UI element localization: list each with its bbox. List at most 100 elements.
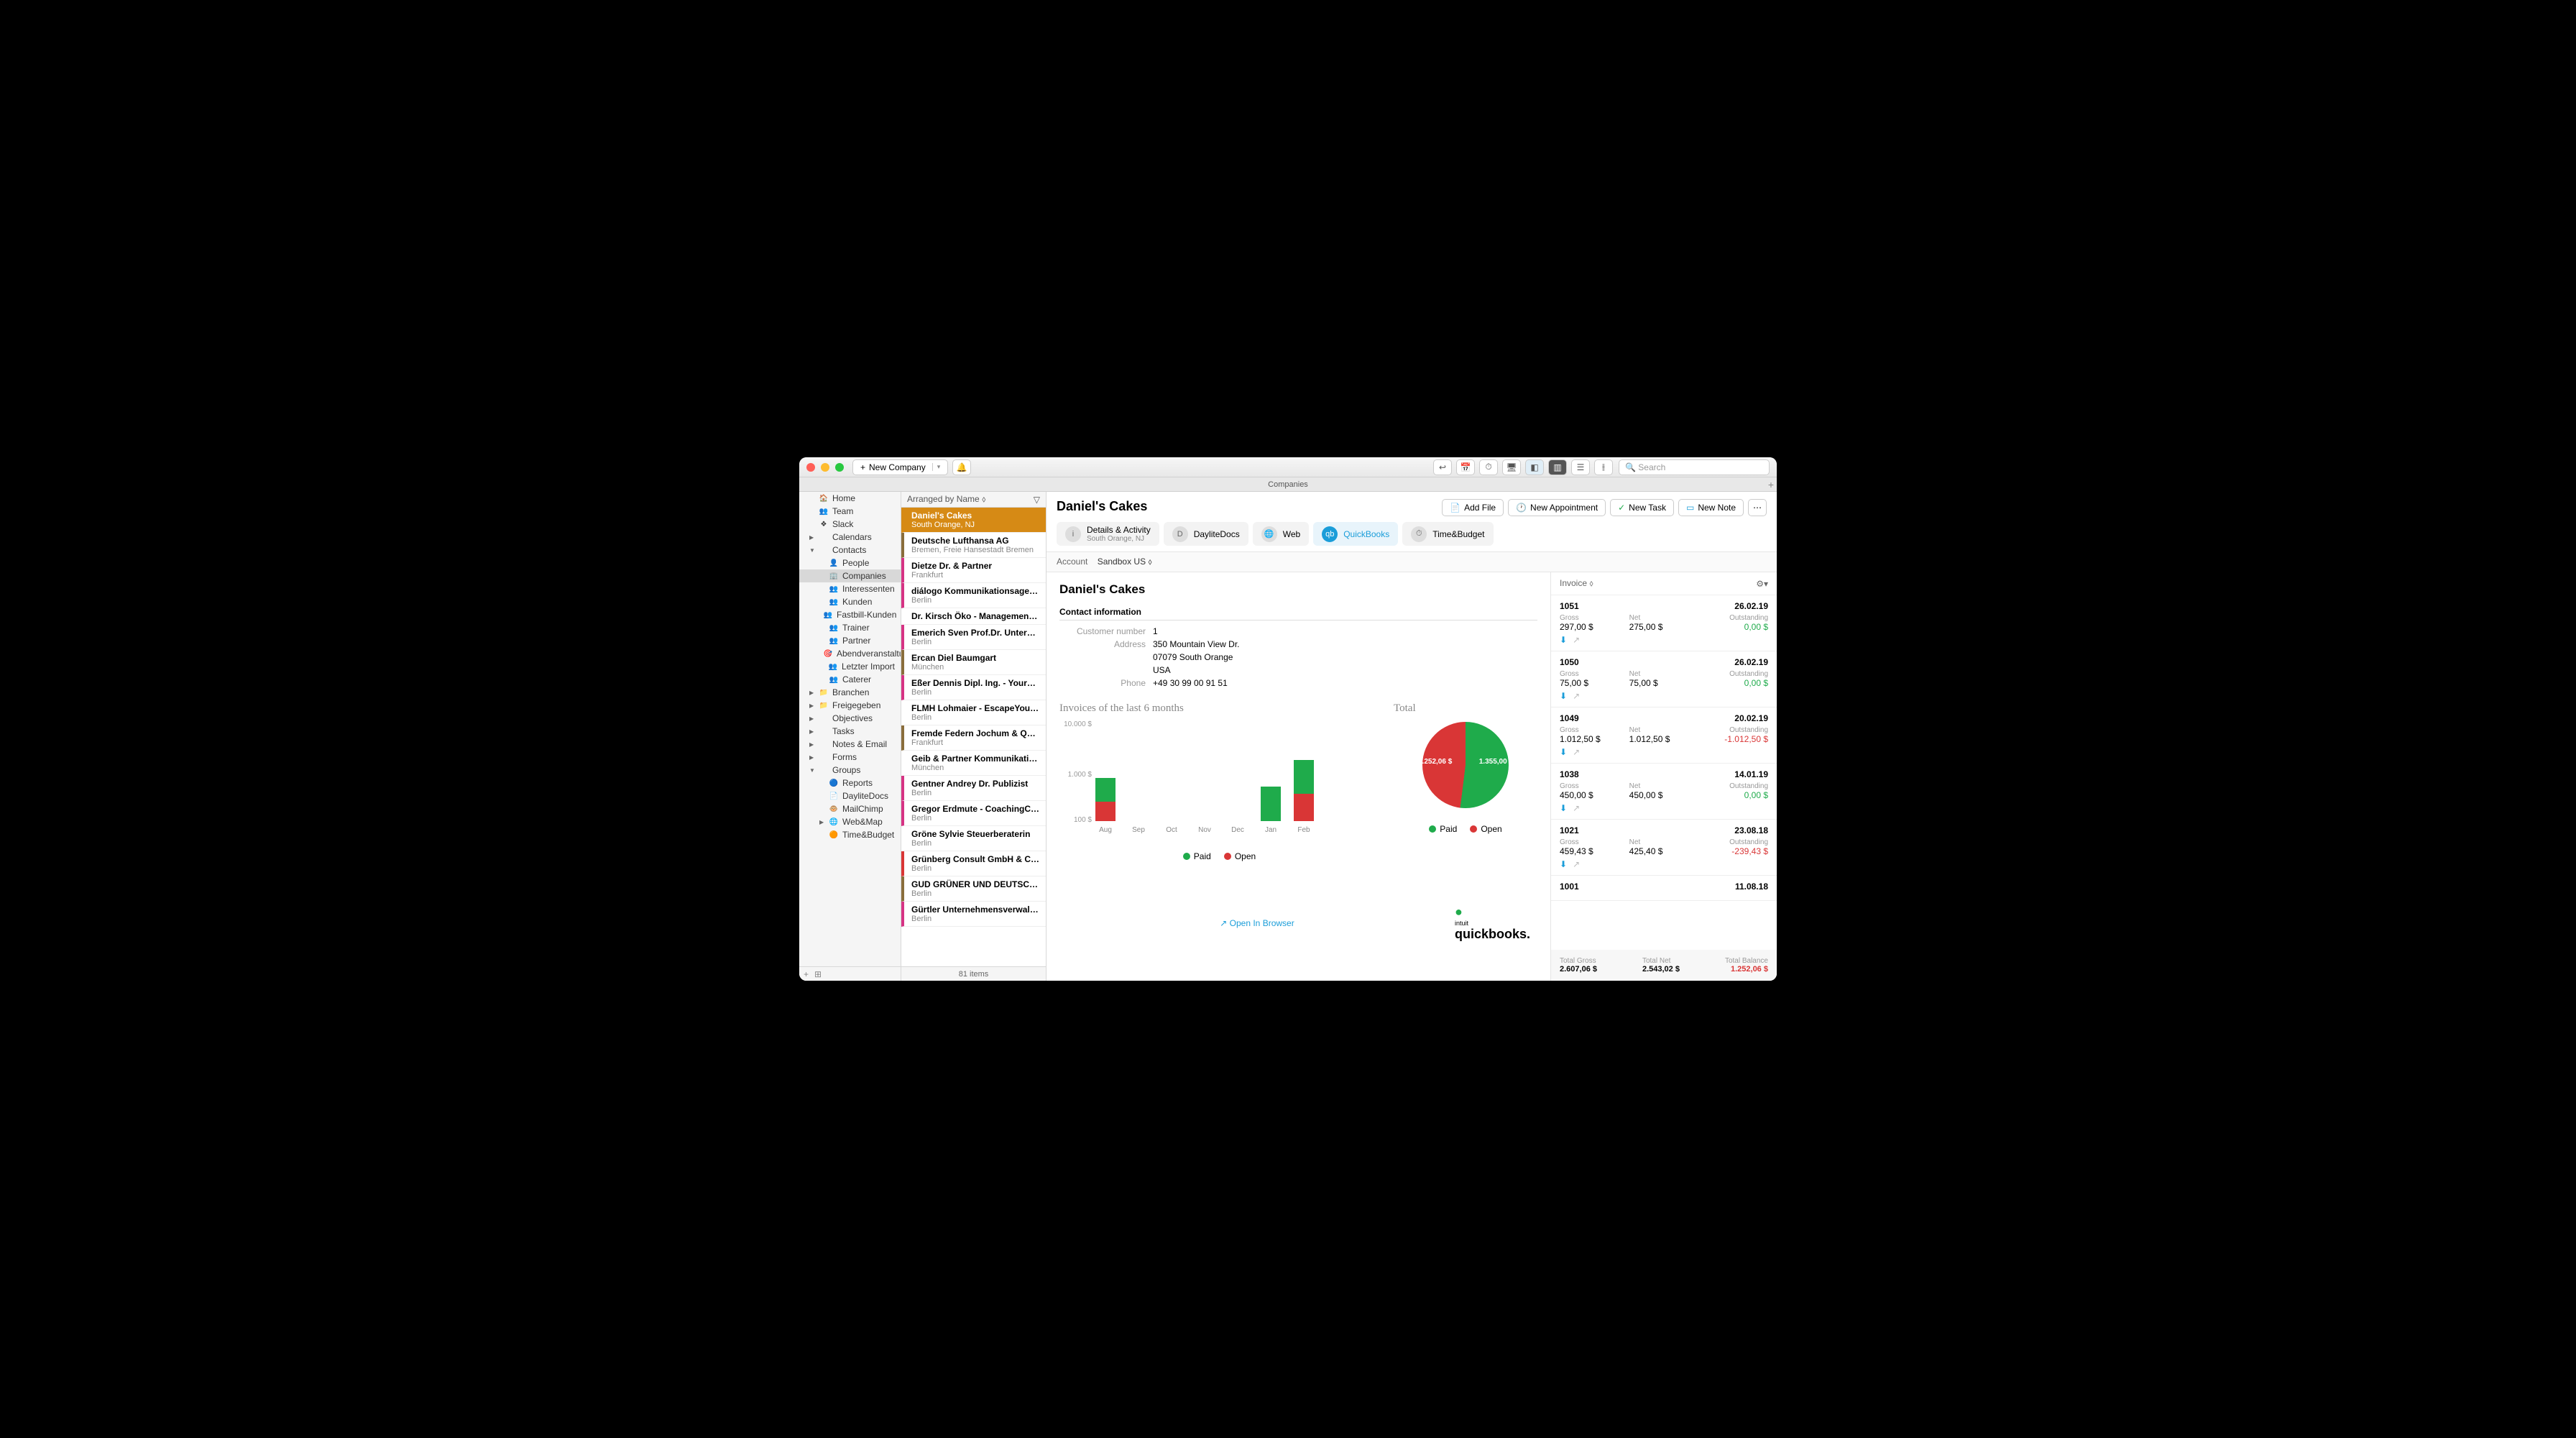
list-item[interactable]: Fremde Federn Jochum & Quentel Gb…Frankf… <box>901 725 1046 751</box>
invoice-item[interactable]: 100111.08.18 <box>1551 876 1777 901</box>
inbox-icon[interactable]: ↩ <box>1433 459 1452 475</box>
list-item[interactable]: Grünberg Consult GmbH & Co. KgBerlin <box>901 851 1046 876</box>
invoice-item[interactable]: 104920.02.19 Gross1.012,50 $ Net1.012,50… <box>1551 707 1777 764</box>
download-icon[interactable]: ⬇ <box>1560 803 1567 813</box>
sidebar-item[interactable]: 🎯Abendveranstaltu… <box>799 647 901 660</box>
screen-icon[interactable]: 🖥 <box>1502 459 1521 475</box>
sidebar-item[interactable]: 👥Interessenten <box>799 582 901 595</box>
new-appointment-button[interactable]: 🕐New Appointment <box>1508 499 1606 516</box>
invoice-item[interactable]: 102123.08.18 Gross459,43 $ Net425,40 $ O… <box>1551 820 1777 876</box>
grid-icon[interactable]: ⊞ <box>814 969 822 979</box>
new-company-button[interactable]: + New Company ▾ <box>852 459 948 475</box>
sidebar-item[interactable]: ▶📁Freigegeben <box>799 699 901 712</box>
invoice-item[interactable]: 103814.01.19 Gross450,00 $ Net450,00 $ O… <box>1551 764 1777 820</box>
invoice-header[interactable]: Invoice ⬨ ⚙▾ <box>1551 572 1777 595</box>
more-button[interactable]: ⋯ <box>1748 499 1767 516</box>
tab[interactable]: ⏱Time&Budget <box>1402 522 1493 546</box>
sidebar-item[interactable]: ▶Forms <box>799 751 901 764</box>
share-icon[interactable]: ↗ <box>1573 635 1580 645</box>
sidebar-item[interactable]: 🔵Reports <box>799 777 901 789</box>
share-icon[interactable]: ↗ <box>1573 691 1580 701</box>
account-selector[interactable]: Sandbox US ⬨ <box>1098 557 1152 567</box>
search-input[interactable]: 🔍 Search <box>1619 459 1770 475</box>
add-button[interactable]: + <box>804 969 809 979</box>
download-icon[interactable]: ⬇ <box>1560 691 1567 701</box>
open-in-browser-link[interactable]: ↗ Open In Browser <box>1220 918 1294 928</box>
tab[interactable]: iDetails & ActivitySouth Orange, NJ <box>1057 522 1159 546</box>
sidebar-item-label: Team <box>832 506 853 516</box>
new-note-button[interactable]: ▭New Note <box>1678 499 1744 516</box>
list-item[interactable]: Gregor Erdmute - CoachingConceptsBerlin <box>901 801 1046 826</box>
layout-list-icon[interactable]: ☰ <box>1571 459 1590 475</box>
filter-icon[interactable]: ▽ <box>1034 495 1040 505</box>
list-item[interactable]: Dr. Kirsch Öko - Management - Consult <box>901 608 1046 625</box>
tri-icon: ▼ <box>809 767 815 774</box>
layout-split-icon[interactable]: ▥ <box>1548 459 1567 475</box>
list-item[interactable]: Gentner Andrey Dr. PublizistBerlin <box>901 776 1046 801</box>
sidebar-item[interactable]: 👥Team <box>799 505 901 518</box>
list-item[interactable]: diálogo KommunikationsagenturBerlin <box>901 583 1046 608</box>
bell-icon[interactable]: 🔔 <box>952 459 971 475</box>
sidebar-item[interactable]: 👥Fastbill-Kunden <box>799 608 901 621</box>
total-net-label: Total Net <box>1642 957 1680 965</box>
new-task-button[interactable]: ✓New Task <box>1610 499 1674 516</box>
sidebar-item[interactable]: ▶Objectives <box>799 712 901 725</box>
list-item[interactable]: GUD GRÜNER UND DEUTSCHER GmbHBerlin <box>901 876 1046 902</box>
close-icon[interactable] <box>806 463 815 472</box>
list-item[interactable]: Eßer Dennis Dipl. Ing. - YourCoachBerlin <box>901 675 1046 700</box>
calendar-icon[interactable]: 📅 <box>1456 459 1475 475</box>
sidebar-item[interactable]: ▶Tasks <box>799 725 901 738</box>
list-item[interactable]: Geib & Partner KommunikationsagenturMünc… <box>901 751 1046 776</box>
list-header[interactable]: Arranged by Name ⬨ ▽ <box>901 492 1046 508</box>
sidebar-item[interactable]: 👥Kunden <box>799 595 901 608</box>
sidebar-item[interactable]: 👥Caterer <box>799 673 901 686</box>
sidebar-item[interactable]: 👥Letzter Import <box>799 660 901 673</box>
list-item[interactable]: Emerich Sven Prof.Dr. Unternehmensb…Berl… <box>901 625 1046 650</box>
download-icon[interactable]: ⬇ <box>1560 747 1567 757</box>
sidebar-item[interactable]: ▼Contacts <box>799 544 901 557</box>
list-item[interactable]: Gröne Sylvie SteuerberaterinBerlin <box>901 826 1046 851</box>
list-item[interactable]: Gürtler Unternehmensverwaltung GmbHBerli… <box>901 902 1046 927</box>
sidebar-item[interactable]: ❖Slack <box>799 518 901 531</box>
sidebar-item[interactable]: 🟠Time&Budget <box>799 828 901 841</box>
sidebar-item[interactable]: 📄DayliteDocs <box>799 789 901 802</box>
sidebar-item[interactable]: 👥Partner <box>799 634 901 647</box>
timer-icon[interactable]: ⏱ <box>1479 459 1498 475</box>
invoice-item[interactable]: 105026.02.19 Gross75,00 $ Net75,00 $ Out… <box>1551 651 1777 707</box>
download-icon[interactable]: ⬇ <box>1560 635 1567 645</box>
sidebar-item[interactable]: 👤People <box>799 557 901 569</box>
layout-sidebar-icon[interactable]: ◧ <box>1525 459 1544 475</box>
sidebar-item[interactable]: ▶📁Branchen <box>799 686 901 699</box>
add-file-button[interactable]: 📄Add File <box>1442 499 1504 516</box>
sidebar-item[interactable]: ▶Calendars <box>799 531 901 544</box>
chevron-down-icon[interactable]: ▾ <box>932 463 941 471</box>
sidebar-item[interactable]: 🐵MailChimp <box>799 802 901 815</box>
share-icon[interactable]: ↗ <box>1573 859 1580 869</box>
company-heading: Daniel's Cakes <box>1059 582 1537 597</box>
invoice-item[interactable]: 105126.02.19 Gross297,00 $ Net275,00 $ O… <box>1551 595 1777 651</box>
add-tab-button[interactable]: + <box>1768 479 1774 490</box>
sidebar-item[interactable]: 🏠Home <box>799 492 901 505</box>
list-item[interactable]: Ercan Diel BaumgartMünchen <box>901 650 1046 675</box>
sidebar-item[interactable]: ▼Groups <box>799 764 901 777</box>
tab[interactable]: DDayliteDocs <box>1164 522 1248 546</box>
tab[interactable]: 🌐Web <box>1253 522 1309 546</box>
list-item[interactable]: Daniel's CakesSouth Orange, NJ <box>901 508 1046 533</box>
sidebar-item[interactable]: ▶🌐Web&Map <box>799 815 901 828</box>
download-icon[interactable]: ⬇ <box>1560 859 1567 869</box>
company-name: Gröne Sylvie Steuerberaterin <box>911 829 1040 839</box>
minimize-icon[interactable] <box>821 463 829 472</box>
list-item[interactable]: Dietze Dr. & PartnerFrankfurt <box>901 558 1046 583</box>
sidebar-item[interactable]: 👥Trainer <box>799 621 901 634</box>
chart-icon[interactable]: ⫲ <box>1594 459 1613 475</box>
list-item[interactable]: FLMH Lohmaier - EscapeYourMindBerlin <box>901 700 1046 725</box>
tab[interactable]: qbQuickBooks <box>1313 522 1398 546</box>
list-item[interactable]: Deutsche Lufthansa AGBremen, Freie Hanse… <box>901 533 1046 558</box>
zoom-icon[interactable] <box>835 463 844 472</box>
sidebar-item[interactable]: 🏢Companies <box>799 569 901 582</box>
gear-icon[interactable]: ⚙▾ <box>1756 579 1768 589</box>
share-icon[interactable]: ↗ <box>1573 747 1580 757</box>
share-icon[interactable]: ↗ <box>1573 803 1580 813</box>
sidebar-item[interactable]: ▶Notes & Email <box>799 738 901 751</box>
legend-paid: Paid <box>1194 851 1211 861</box>
